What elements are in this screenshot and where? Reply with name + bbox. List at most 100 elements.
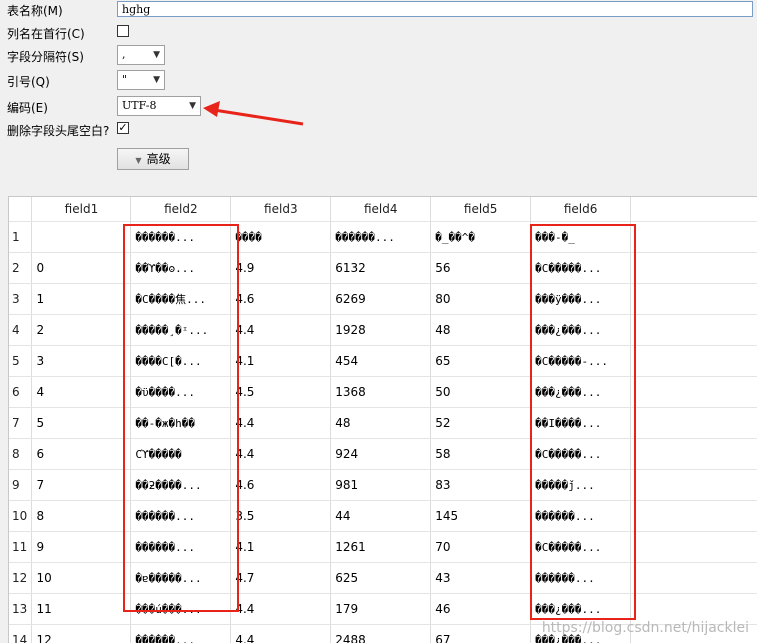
cell-field3[interactable]: 4.1 bbox=[231, 346, 331, 377]
cell-field6[interactable]: ���-�_ bbox=[531, 222, 631, 253]
column-header-field4[interactable]: field4 bbox=[331, 197, 431, 222]
cell-field2[interactable]: ������... bbox=[131, 501, 231, 532]
cell-field2[interactable]: ��ϓ��ʘ... bbox=[131, 253, 231, 284]
column-header-field6[interactable]: field6 bbox=[531, 197, 631, 222]
table-name-input[interactable]: hghg bbox=[117, 1, 753, 17]
cell-field3[interactable]: 4.4 bbox=[231, 625, 331, 643]
table-row[interactable]: 75��-�ж�h��4.44852��Ι����... bbox=[9, 408, 757, 439]
cell-field3[interactable]: 4.4 bbox=[231, 439, 331, 470]
cell-field3[interactable]: 4.6 bbox=[231, 284, 331, 315]
cell-field3[interactable]: 4.5 bbox=[231, 377, 331, 408]
cell-field4[interactable]: ������... bbox=[331, 222, 431, 253]
table-row[interactable]: 20��ϓ��ʘ...4.9613256�C�����... bbox=[9, 253, 757, 284]
column-header-field3[interactable]: field3 bbox=[231, 197, 331, 222]
cell-field6[interactable]: ������... bbox=[531, 501, 631, 532]
cell-field4[interactable]: 6132 bbox=[331, 253, 431, 284]
cell-field5[interactable]: 56 bbox=[431, 253, 531, 284]
encoding-select[interactable]: UTF-8 ▼ bbox=[117, 96, 201, 116]
cell-field5[interactable]: 65 bbox=[431, 346, 531, 377]
cell-field4[interactable]: 2488 bbox=[331, 625, 431, 643]
cell-field5[interactable]: 46 bbox=[431, 594, 531, 625]
cell-field5[interactable]: 58 bbox=[431, 439, 531, 470]
cell-field4[interactable]: 924 bbox=[331, 439, 431, 470]
cell-field1[interactable]: 1 bbox=[32, 284, 131, 315]
cell-field3[interactable]: 4.9 bbox=[231, 253, 331, 284]
cell-field5[interactable]: 52 bbox=[431, 408, 531, 439]
table-row[interactable]: 1������...����������...�_��^����-�_ bbox=[9, 222, 757, 253]
cell-field5[interactable]: 48 bbox=[431, 315, 531, 346]
cell-field2[interactable]: �ϋ����... bbox=[131, 377, 231, 408]
cell-field5[interactable]: 67 bbox=[431, 625, 531, 643]
cell-field4[interactable]: 48 bbox=[331, 408, 431, 439]
cell-field2[interactable]: ��ƻ����... bbox=[131, 470, 231, 501]
cell-field5[interactable]: 43 bbox=[431, 563, 531, 594]
cell-field2[interactable]: ����C[�... bbox=[131, 346, 231, 377]
cell-field3[interactable]: 4.7 bbox=[231, 563, 331, 594]
cell-field1[interactable]: 0 bbox=[32, 253, 131, 284]
cell-field2[interactable]: ���ú���... bbox=[131, 594, 231, 625]
cell-field3[interactable]: 4.4 bbox=[231, 594, 331, 625]
row-number-header[interactable] bbox=[9, 197, 32, 222]
cell-field1[interactable] bbox=[32, 222, 131, 253]
cell-field5[interactable]: 50 bbox=[431, 377, 531, 408]
table-row[interactable]: 1210�ɐ�����...4.762543������... bbox=[9, 563, 757, 594]
column-header-field1[interactable]: field1 bbox=[32, 197, 131, 222]
cell-field6[interactable]: ���¿���... bbox=[531, 315, 631, 346]
cell-field1[interactable]: 12 bbox=[32, 625, 131, 643]
cell-field5[interactable]: 145 bbox=[431, 501, 531, 532]
cell-field6[interactable]: ��Ι����... bbox=[531, 408, 631, 439]
cell-field1[interactable]: 8 bbox=[32, 501, 131, 532]
cell-field4[interactable]: 44 bbox=[331, 501, 431, 532]
cell-field6[interactable]: ���¿���... bbox=[531, 377, 631, 408]
cell-field6[interactable]: ������... bbox=[531, 563, 631, 594]
cell-field1[interactable]: 4 bbox=[32, 377, 131, 408]
cell-field5[interactable]: 80 bbox=[431, 284, 531, 315]
cell-field3[interactable]: 4.4 bbox=[231, 315, 331, 346]
cell-field2[interactable]: ������... bbox=[131, 532, 231, 563]
column-header-field2[interactable]: field2 bbox=[131, 197, 231, 222]
cell-field2[interactable]: Cϓ����� bbox=[131, 439, 231, 470]
cell-field5[interactable]: 70 bbox=[431, 532, 531, 563]
cell-field2[interactable]: �C����焦... bbox=[131, 284, 231, 315]
cell-field5[interactable]: 83 bbox=[431, 470, 531, 501]
cell-field1[interactable]: 9 bbox=[32, 532, 131, 563]
cell-field2[interactable]: ������... bbox=[131, 625, 231, 643]
cell-field1[interactable]: 3 bbox=[32, 346, 131, 377]
cell-field3[interactable]: 4.6 bbox=[231, 470, 331, 501]
quote-select[interactable]: " ▼ bbox=[117, 70, 165, 90]
cell-field6[interactable]: �C�����-... bbox=[531, 346, 631, 377]
trim-checkbox[interactable]: ✓ bbox=[117, 122, 129, 134]
first-row-header-checkbox[interactable] bbox=[117, 25, 129, 37]
cell-field4[interactable]: 1261 bbox=[331, 532, 431, 563]
cell-field1[interactable]: 11 bbox=[32, 594, 131, 625]
table-row[interactable]: 97��ƻ����...4.698183�����ǰ... bbox=[9, 470, 757, 501]
table-row[interactable]: 86Cϓ�����4.492458�C�����... bbox=[9, 439, 757, 470]
table-row[interactable]: 31�C����焦...4.6626980���ÿ���... bbox=[9, 284, 757, 315]
cell-field4[interactable]: 981 bbox=[331, 470, 431, 501]
cell-field1[interactable]: 10 bbox=[32, 563, 131, 594]
cell-field4[interactable]: 6269 bbox=[331, 284, 431, 315]
cell-field1[interactable]: 5 bbox=[32, 408, 131, 439]
table-row[interactable]: 108������...3.544145������... bbox=[9, 501, 757, 532]
cell-field6[interactable]: �C�����... bbox=[531, 439, 631, 470]
cell-field2[interactable]: ������... bbox=[131, 222, 231, 253]
table-row[interactable]: 119������...4.1126170�C�����... bbox=[9, 532, 757, 563]
table-row[interactable]: 42�����¸�ᶦ...4.4192848���¿���... bbox=[9, 315, 757, 346]
cell-field4[interactable]: 454 bbox=[331, 346, 431, 377]
cell-field4[interactable]: 1368 bbox=[331, 377, 431, 408]
cell-field6[interactable]: �����ǰ... bbox=[531, 470, 631, 501]
cell-field4[interactable]: 1928 bbox=[331, 315, 431, 346]
separator-select[interactable]: , ▼ bbox=[117, 45, 165, 65]
cell-field4[interactable]: 179 bbox=[331, 594, 431, 625]
advanced-button[interactable]: ▼高级 bbox=[117, 148, 189, 170]
cell-field3[interactable]: 3.5 bbox=[231, 501, 331, 532]
cell-field1[interactable]: 2 bbox=[32, 315, 131, 346]
cell-field4[interactable]: 625 bbox=[331, 563, 431, 594]
cell-field3[interactable]: 4.4 bbox=[231, 408, 331, 439]
cell-field2[interactable]: �����¸�ᶦ... bbox=[131, 315, 231, 346]
cell-field6[interactable]: �C�����... bbox=[531, 253, 631, 284]
table-row[interactable]: 64�ϋ����...4.5136850���¿���... bbox=[9, 377, 757, 408]
cell-field6[interactable]: ���ÿ���... bbox=[531, 284, 631, 315]
cell-field3[interactable]: ���� bbox=[231, 222, 331, 253]
cell-field1[interactable]: 6 bbox=[32, 439, 131, 470]
